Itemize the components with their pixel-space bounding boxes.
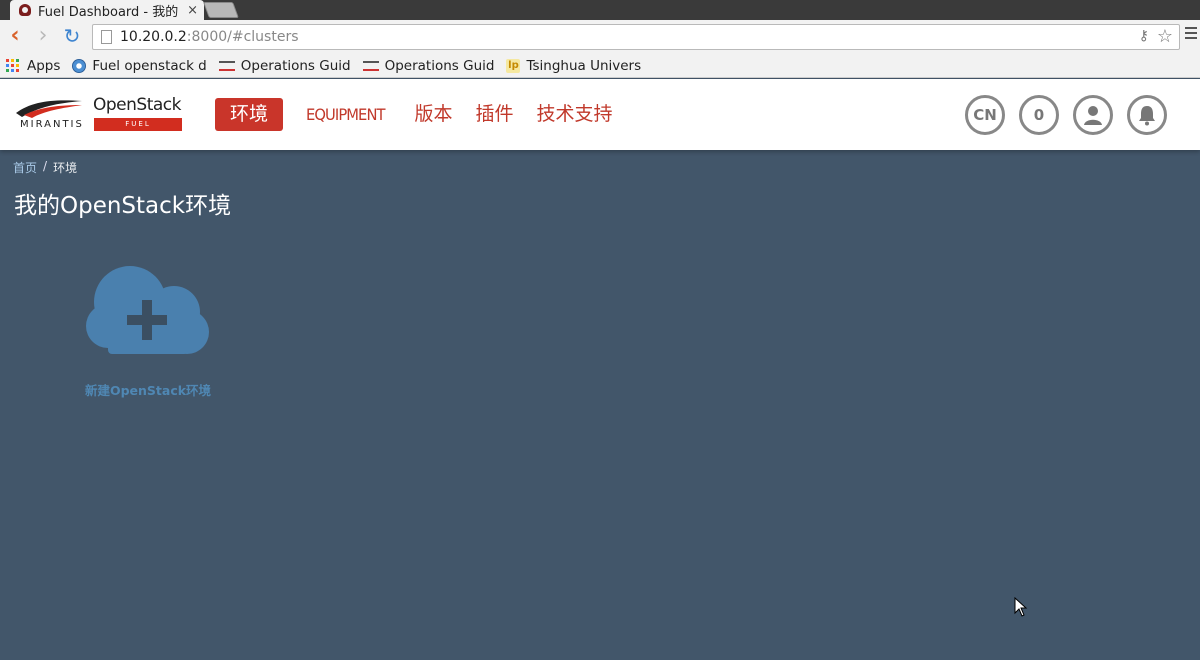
browser-tab[interactable]: Fuel Dashboard - 我的 ×: [10, 0, 204, 20]
nav-plugins[interactable]: 插件: [475, 98, 513, 131]
header-icons: CN 0: [951, 95, 1167, 135]
logo-sub: FUEL: [94, 118, 182, 131]
logo-brand: MIRANTIS: [20, 119, 84, 130]
fuel-favicon-icon: [18, 3, 32, 17]
bookmark-tsinghua[interactable]: lp Tsinghua Univers: [506, 58, 641, 74]
browser-toolbar: ‹ › ↻ 10.20.0.2 :8000/#clusters ⚷ ☆: [0, 20, 1200, 54]
breadcrumb: 首页 / 环境: [13, 159, 77, 176]
language-button[interactable]: CN: [965, 95, 1005, 135]
bookmark-label: Apps: [27, 57, 61, 74]
bookmark-label: Operations Guid: [384, 57, 495, 74]
main-nav: 环境 EQUIPMENT 版本 插件 技术支持: [215, 98, 636, 131]
bookmarks-bar: Apps Fuel openstack d Operations Guid Op…: [0, 54, 1200, 78]
fuel-globe-icon: [72, 58, 87, 73]
url-host: 10.20.0.2: [120, 29, 187, 45]
mirantis-swoosh-icon: [16, 100, 82, 118]
forward-arrow-icon[interactable]: ›: [32, 25, 54, 49]
logo-product: OpenStack: [93, 95, 181, 115]
user-icon: [1084, 106, 1102, 125]
bookmark-operations-guide-1[interactable]: Operations Guid: [218, 57, 351, 74]
nav-releases[interactable]: 版本: [414, 98, 452, 131]
app-header: MIRANTIS OpenStack FUEL 环境 EQUIPMENT 版本 …: [0, 79, 1200, 150]
new-environment-button[interactable]: 新建OpenStack环境: [60, 262, 236, 402]
apps-grid-icon: [6, 59, 19, 72]
mouse-cursor-icon: [1014, 597, 1028, 617]
bookmark-label: Operations Guid: [240, 57, 351, 74]
notifications-count-button[interactable]: 0: [1019, 95, 1059, 135]
mirantis-icon: [218, 60, 235, 71]
bell-button[interactable]: [1127, 95, 1167, 135]
page-icon: [101, 30, 112, 44]
bookmark-label: Fuel openstack d: [92, 57, 207, 74]
bookmark-star-icon[interactable]: ☆: [1157, 26, 1173, 47]
back-arrow-icon[interactable]: ‹: [4, 25, 26, 49]
nav-support[interactable]: 技术支持: [536, 98, 612, 131]
browser-tab-strip: Fuel Dashboard - 我的 ×: [0, 0, 1200, 20]
mirantis-openstack-fuel-logo[interactable]: MIRANTIS OpenStack FUEL: [14, 95, 184, 135]
user-button[interactable]: [1073, 95, 1113, 135]
nav-equipment[interactable]: EQUIPMENT: [306, 98, 386, 131]
cloud-plus-icon: [86, 266, 209, 354]
breadcrumb-current: 环境: [53, 161, 78, 175]
new-environment-label: 新建OpenStack环境: [84, 383, 212, 398]
launchpad-icon: lp: [506, 58, 521, 73]
mirantis-icon: [362, 60, 379, 71]
address-bar[interactable]: 10.20.0.2 :8000/#clusters ⚷ ☆: [92, 24, 1180, 50]
tab-title: Fuel Dashboard - 我的: [38, 4, 179, 20]
tab-close-icon[interactable]: ×: [187, 3, 198, 18]
bookmark-fuel-openstack[interactable]: Fuel openstack d: [72, 57, 207, 74]
breadcrumb-home-link[interactable]: 首页: [13, 159, 37, 176]
new-tab-button[interactable]: [203, 2, 239, 18]
bookmark-apps[interactable]: Apps: [6, 58, 60, 74]
bell-icon: [1139, 106, 1155, 126]
browser-menu-icon[interactable]: [1185, 27, 1197, 42]
nav-environments[interactable]: 环境: [215, 98, 284, 131]
breadcrumb-separator: /: [43, 159, 48, 173]
key-icon[interactable]: ⚷: [1139, 28, 1149, 44]
bookmark-label: Tsinghua Univers: [526, 57, 642, 74]
page-title: 我的OpenStack环境: [14, 193, 232, 219]
url-path: :8000/#clusters: [186, 29, 299, 45]
bookmark-operations-guide-2[interactable]: Operations Guid: [362, 57, 495, 74]
reload-icon[interactable]: ↻: [61, 25, 83, 49]
